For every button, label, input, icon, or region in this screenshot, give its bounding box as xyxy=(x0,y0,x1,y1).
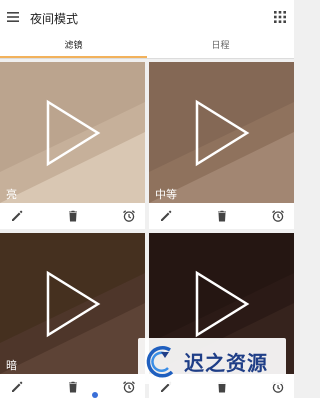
alarm-icon[interactable] xyxy=(122,209,136,223)
filter-preview xyxy=(0,233,145,374)
alarm-icon[interactable] xyxy=(271,209,285,223)
tab-schedule[interactable]: 日程 xyxy=(147,36,294,58)
filter-card-dark[interactable]: 暗 xyxy=(0,233,145,398)
card-actions xyxy=(0,203,145,229)
watermark-text: 迟之资源 xyxy=(184,351,268,375)
filter-card-medium[interactable]: 中等 xyxy=(149,62,294,229)
tab-bar: 滤镜 日程 xyxy=(0,36,294,59)
card-actions xyxy=(0,374,145,398)
edit-icon[interactable] xyxy=(159,209,173,223)
card-actions xyxy=(149,203,294,229)
edit-icon[interactable] xyxy=(10,380,24,394)
alarm-icon[interactable] xyxy=(122,380,136,394)
menu-icon[interactable] xyxy=(6,10,20,24)
delete-icon[interactable] xyxy=(66,209,80,223)
filter-label: 中等 xyxy=(155,188,177,201)
delete-icon[interactable] xyxy=(66,380,80,394)
filter-preview xyxy=(0,62,145,203)
active-tab-indicator xyxy=(0,56,147,58)
filter-card-bright[interactable]: 亮 xyxy=(0,62,145,229)
filter-label: 亮 xyxy=(6,188,17,201)
watermark-logo-icon xyxy=(146,346,174,378)
watermark: 迟之资源 xyxy=(138,338,286,384)
app-bar: 夜间模式 xyxy=(0,0,294,36)
tab-filters[interactable]: 滤镜 xyxy=(0,36,147,58)
page-indicator-dot xyxy=(92,392,98,398)
filter-preview xyxy=(149,62,294,203)
filter-label: 暗 xyxy=(6,359,17,372)
delete-icon[interactable] xyxy=(215,209,229,223)
app-title: 夜间模式 xyxy=(30,12,79,26)
apps-grid-icon[interactable] xyxy=(274,11,286,23)
edit-icon[interactable] xyxy=(10,209,24,223)
